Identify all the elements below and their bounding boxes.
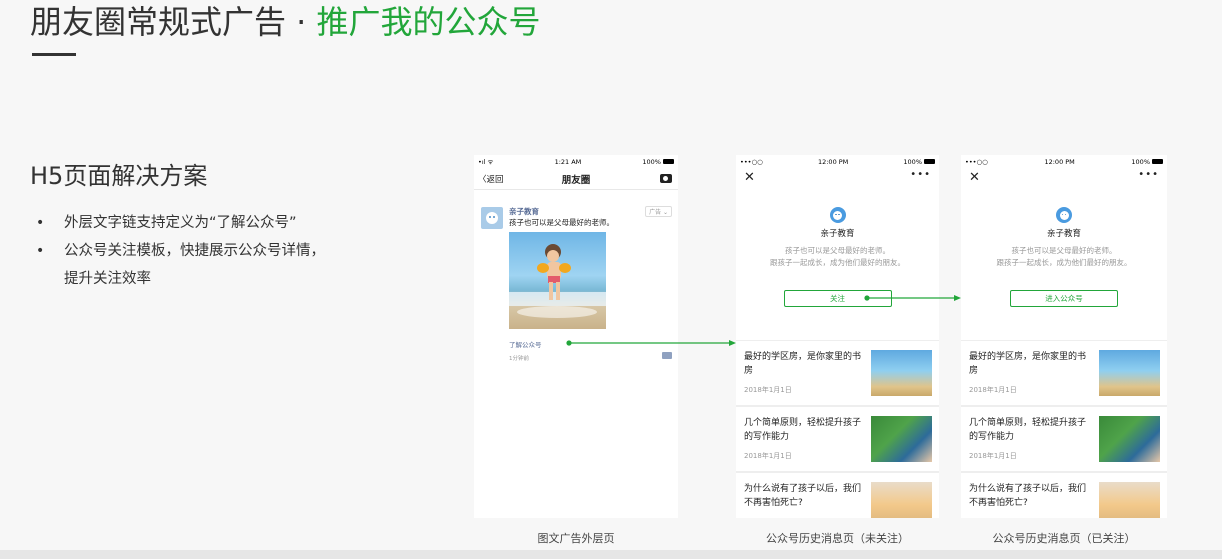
bottom-band — [0, 550, 1222, 559]
flow-arrows — [566, 295, 961, 346]
slide: 朋友圈常规式广告 · 推广我的公众号 H5页面解决方案 • 外层文字链支持定义为“… — [0, 0, 1222, 559]
arrow-to-followed — [864, 295, 961, 301]
arrow-to-unfollowed — [566, 340, 736, 346]
